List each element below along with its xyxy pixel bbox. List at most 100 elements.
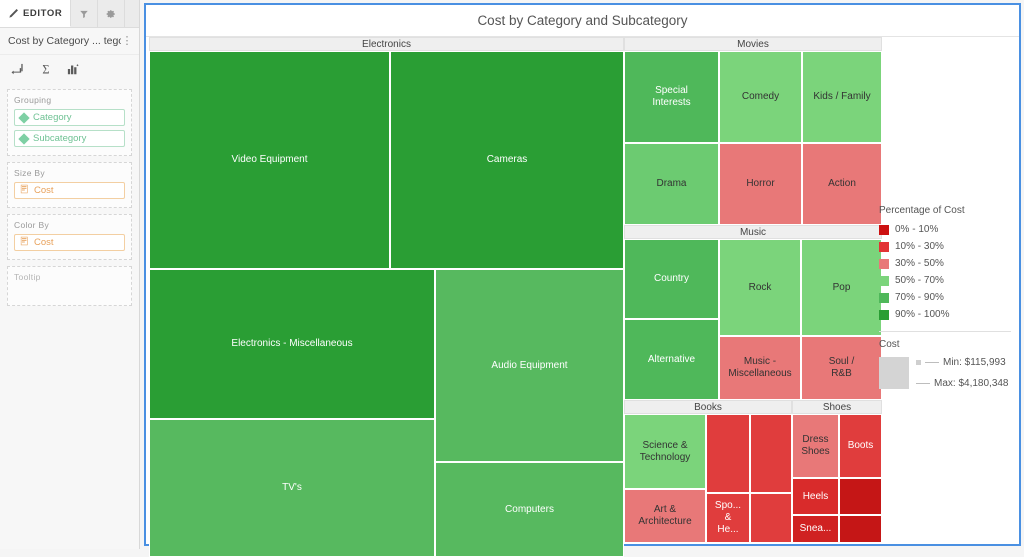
- color-legend-title: Percentage of Cost: [879, 205, 1021, 216]
- tab-editor[interactable]: EDITOR: [0, 0, 71, 27]
- treemap-cell[interactable]: Video Equipment: [149, 51, 390, 269]
- legend-bin-label: 90% - 100%: [895, 309, 949, 320]
- treemap-cell-label: Spo... & He...: [715, 500, 741, 536]
- treemap-cell-label: Computers: [505, 504, 554, 516]
- treemap-cell[interactable]: Electronics - Miscellaneous: [149, 269, 435, 419]
- dimension-diamond-icon: [18, 133, 29, 144]
- size-legend-swatch: [879, 357, 909, 389]
- treemap-cell-label: Alternative: [648, 354, 695, 366]
- viz-title: Cost by Category ... tegory: [8, 35, 121, 47]
- treemap-cell[interactable]: [839, 478, 882, 515]
- size-legend-labels: Min: $115,993 Max: $4,180,348: [916, 357, 1009, 389]
- legend-bin-row[interactable]: 10% - 30%: [879, 238, 1021, 255]
- treemap-cell[interactable]: Computers: [435, 462, 624, 557]
- treemap-cell-label: Horror: [746, 178, 774, 190]
- app-root: EDITOR Cost by Category ... tegory ⋮: [0, 0, 1024, 549]
- treemap-cell[interactable]: Comedy: [719, 51, 802, 143]
- legend-bin-row[interactable]: 0% - 10%: [879, 221, 1021, 238]
- field-chip-category[interactable]: Category: [14, 109, 125, 126]
- treemap-cell-label: Soul / R&B: [829, 356, 855, 380]
- grouping-shelf[interactable]: GroupingCategorySubcategory: [7, 89, 132, 156]
- treemap-cell-label: TV's: [282, 482, 302, 494]
- treemap-cell[interactable]: Alternative: [624, 319, 719, 400]
- group-header-shoes[interactable]: Shoes: [792, 400, 882, 414]
- field-chip-cost[interactable]: Cost: [14, 182, 125, 199]
- tooltip-shelf-label: Tooltip: [14, 272, 125, 282]
- filter-icon: [79, 9, 89, 19]
- treemap-cell[interactable]: Heels: [792, 478, 839, 515]
- treemap-cell[interactable]: Pop: [801, 239, 882, 336]
- legend-bin-row[interactable]: 50% - 70%: [879, 272, 1021, 289]
- legend-divider: [879, 331, 1011, 332]
- legend-swatch-icon: [879, 310, 889, 320]
- treemap-cell[interactable]: Action: [802, 143, 882, 225]
- legend-bin-row[interactable]: 90% - 100%: [879, 306, 1021, 323]
- treemap-cell[interactable]: Kids / Family: [802, 51, 882, 143]
- treemap-cell[interactable]: [750, 493, 792, 543]
- tab-bar-filler: [125, 0, 139, 27]
- treemap-cell-label: Electronics - Miscellaneous: [231, 338, 352, 350]
- treemap-cell[interactable]: Country: [624, 239, 719, 319]
- swap-axes-icon[interactable]: [10, 62, 25, 77]
- treemap-cell[interactable]: Rock: [719, 239, 801, 336]
- pencil-icon: [8, 8, 19, 19]
- legend-swatch-icon: [879, 242, 889, 252]
- legend-bin-row[interactable]: 30% - 50%: [879, 255, 1021, 272]
- treemap-cell[interactable]: [706, 414, 750, 493]
- color-by-shelf-label: Color By: [14, 220, 125, 230]
- legend-bin-row[interactable]: 70% - 90%: [879, 289, 1021, 306]
- size-legend-min-label: Min: $115,993: [943, 357, 1006, 368]
- tooltip-shelf[interactable]: Tooltip: [7, 266, 132, 306]
- treemap-cell-label: Heels: [803, 491, 829, 503]
- treemap-cell-label: Action: [828, 178, 856, 190]
- legend-bin-label: 50% - 70%: [895, 275, 944, 286]
- treemap-cell[interactable]: Audio Equipment: [435, 269, 624, 462]
- group-header-music[interactable]: Music: [624, 225, 882, 239]
- treemap-cell[interactable]: Spo... & He...: [706, 493, 750, 543]
- group-body-movies: Special InterestsComedyKids / Family Dram…: [624, 51, 882, 225]
- treemap-cell[interactable]: Art & Architecture: [624, 489, 706, 543]
- treemap-cell[interactable]: [750, 414, 792, 493]
- treemap-cell-label: Boots: [848, 440, 874, 452]
- legend-swatch-icon: [879, 225, 889, 235]
- treemap-group-shoes: ShoesDress Shoes Boots Heels Snea...: [792, 400, 882, 543]
- size-legend-block: Min: $115,993 Max: $4,180,348: [879, 357, 1021, 389]
- treemap-cell[interactable]: Music - Miscellaneous: [719, 336, 801, 400]
- treemap-cell-label: Art & Architecture: [638, 504, 691, 528]
- treemap-cell[interactable]: Science & Technology: [624, 414, 706, 489]
- treemap-cell[interactable]: TV's: [149, 419, 435, 557]
- aggregation-sigma-icon[interactable]: Σ: [38, 62, 53, 77]
- treemap-cell[interactable]: Boots: [839, 414, 882, 478]
- field-chip-cost[interactable]: Cost: [14, 234, 125, 251]
- treemap-cell[interactable]: Dress Shoes: [792, 414, 839, 478]
- treemap-cell[interactable]: Cameras: [390, 51, 624, 269]
- tab-filter[interactable]: [71, 0, 98, 27]
- treemap-group-music: MusicCountry Rock Pop Alternative Music - Mi…: [624, 225, 882, 400]
- size-by-shelf[interactable]: Size ByCost: [7, 162, 132, 208]
- group-body-music: Country Rock Pop Alternative Music - Miscell…: [624, 239, 882, 400]
- treemap-cell[interactable]: Drama: [624, 143, 719, 225]
- tab-settings[interactable]: [98, 0, 125, 27]
- group-header-books[interactable]: Books: [624, 400, 792, 414]
- legend-panel: Percentage of Cost 0% - 10%10% - 30%30% …: [879, 205, 1021, 389]
- treemap-cell[interactable]: [839, 515, 882, 543]
- treemap-cell[interactable]: Special Interests: [624, 51, 719, 143]
- field-chip-subcategory[interactable]: Subcategory: [14, 130, 125, 147]
- size-legend-max-label: Max: $4,180,348: [934, 378, 1009, 389]
- chart-type-icon[interactable]: [66, 62, 81, 77]
- viz-menu-kebab-icon[interactable]: ⋮: [121, 36, 133, 46]
- treemap-cell[interactable]: Soul / R&B: [801, 336, 882, 400]
- group-header-movies[interactable]: Movies: [624, 37, 882, 51]
- size-legend-title: Cost: [879, 339, 1021, 350]
- gear-icon: [106, 9, 116, 19]
- treemap-cell[interactable]: Snea...: [792, 515, 839, 543]
- viz-title-row: Cost by Category ... tegory ⋮: [0, 28, 139, 55]
- treemap-cell-label: Snea...: [800, 523, 832, 535]
- treemap-group-electronics: ElectronicsVideo EquipmentCameras Electro…: [149, 37, 624, 543]
- treemap-cell[interactable]: Horror: [719, 143, 802, 225]
- color-by-shelf[interactable]: Color By Cost: [7, 214, 132, 260]
- group-header-electronics[interactable]: Electronics: [149, 37, 624, 51]
- size-legend-min-row: Min: $115,993: [916, 357, 1009, 368]
- treemap-cell-label: Rock: [749, 282, 772, 294]
- min-tick-icon: [916, 360, 921, 365]
